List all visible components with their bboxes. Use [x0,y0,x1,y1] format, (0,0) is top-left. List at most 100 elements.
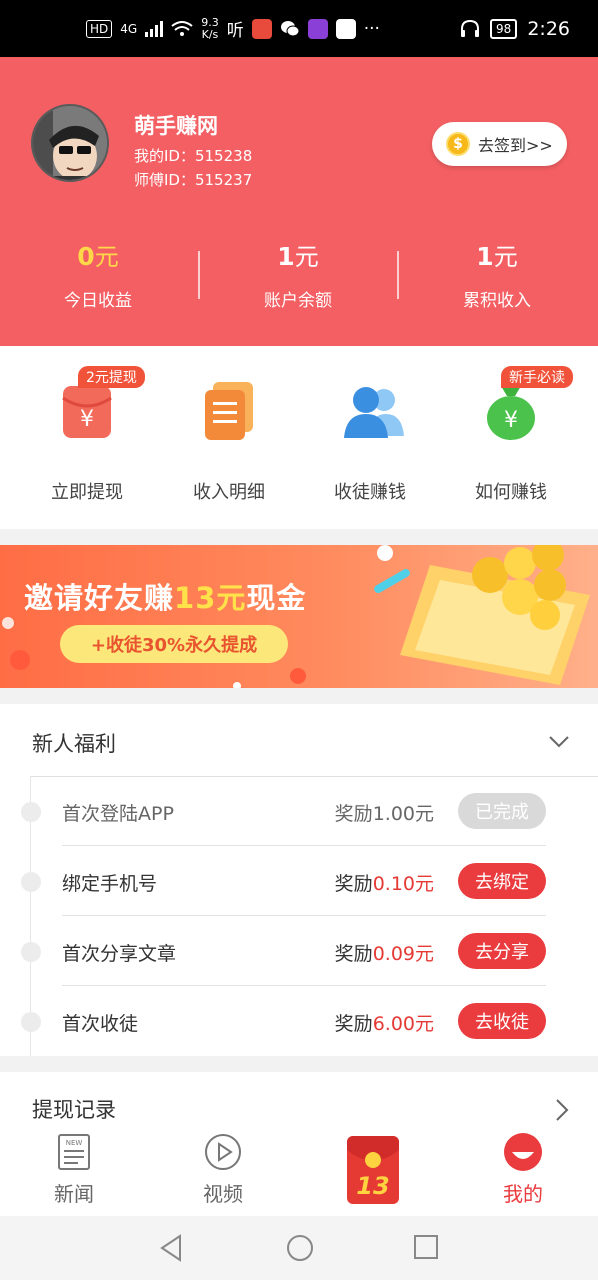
tab-news-label: 新闻 [54,1182,94,1206]
svg-text:NEW: NEW [66,1139,83,1147]
more-icon: ··· [363,18,380,39]
shortcut-how-label: 如何赚钱 [475,482,547,503]
bottom-tab-bar: NEW 新闻 视频 13 我的 [0,1124,598,1216]
stat-balance-label: 账户余额 [264,291,332,311]
recruit-button[interactable]: 去收徒 [458,1003,546,1039]
chevron-right-icon [556,1099,569,1121]
user-name: 萌手赚网 [134,114,218,138]
task-completed-button[interactable]: 已完成 [458,793,546,829]
banner-commission-pill: +收徒30%永久提成 [60,625,288,663]
newspaper-icon: NEW [54,1132,94,1172]
task-reward: 奖励6.00元 [334,1013,434,1035]
document-list-icon [199,380,259,442]
back-icon[interactable] [158,1234,184,1262]
recent-apps-icon[interactable] [413,1234,439,1260]
chevron-down-icon[interactable] [548,730,570,752]
stat-total-unit: 元 [493,243,518,271]
avatar[interactable] [31,104,109,182]
shortcut-withdraw-label: 立即提现 [51,482,123,503]
stat-total-income[interactable]: 1元 累积收入 [407,237,587,311]
clock: 2:26 [527,17,570,40]
timeline-dot [21,802,41,822]
listen-app-icon: 听 [226,21,244,41]
invite-banner[interactable]: 邀请好友赚13元现金 +收徒30%永久提成 [0,545,598,688]
task-name: 首次收徒 [62,1013,139,1035]
withdraw-record-row[interactable]: 提现记录 [0,1072,598,1132]
stat-today-unit: 元 [94,243,119,271]
red-envelope-icon: ¥ [57,380,117,442]
newbie-welfare-panel: 新人福利 首次登陆APP 奖励1.00元 已完成 绑定手机号 奖励0.10元 去… [0,704,598,1056]
shortcut-income-label: 收入明细 [193,482,265,503]
headphones-icon [461,19,480,37]
task-name: 绑定手机号 [62,873,158,895]
red-app-icon [251,18,272,39]
task-row: 首次登陆APP 奖励1.00元 已完成 [0,776,598,846]
share-button[interactable]: 去分享 [458,933,546,969]
tab-news[interactable]: NEW 新闻 [24,1132,124,1207]
play-icon [203,1132,243,1172]
stat-balance[interactable]: 1元 账户余额 [208,237,388,311]
task-name: 首次分享文章 [62,943,177,965]
task-reward: 奖励0.09元 [334,943,434,965]
stat-balance-value: 1 [277,242,295,271]
stat-today-earnings[interactable]: 0元 今日收益 [8,237,188,311]
battery-icon: 98 [490,18,518,39]
red-packet-number: 13 [356,1172,390,1200]
withdraw-badge: 2元提现 [78,366,145,388]
newbie-badge: 新手必读 [501,366,573,388]
wechat-icon [280,20,300,36]
system-nav-bar [0,1216,598,1280]
stat-today-value: 0 [77,242,95,271]
profile-face-icon [503,1132,543,1172]
shortcut-grid: ¥ 立即提现 2元提现 收入明细 收徒赚钱 ¥ 如何赚钱 新手必读 [0,346,598,529]
svg-text:¥: ¥ [80,407,94,432]
tab-mine-label: 我的 [503,1182,543,1206]
task-name: 首次登陆APP [62,803,174,825]
shortcut-withdraw[interactable]: ¥ 立即提现 [27,380,147,504]
task-reward: 奖励0.10元 [334,873,434,895]
user-id: 我的ID：515238 [134,147,253,165]
stat-today-label: 今日收益 [64,291,132,311]
home-icon[interactable] [286,1234,314,1262]
withdraw-record-title: 提现记录 [32,1098,116,1122]
shortcut-how-to-earn[interactable]: ¥ 如何赚钱 [451,380,571,504]
shortcut-recruit-label: 收徒赚钱 [334,482,406,503]
stat-divider [397,251,399,299]
task-reward: 奖励1.00元 [334,803,434,825]
shortcut-recruit[interactable]: 收徒赚钱 [310,380,430,504]
wifi-icon [171,20,193,36]
signin-button[interactable]: $ 去签到>> [432,122,567,166]
task-row: 首次收徒 奖励6.00元 去收徒 [0,986,598,1056]
banner-title: 邀请好友赚13元现金 [24,581,307,615]
task-row: 绑定手机号 奖励0.10元 去绑定 [0,846,598,916]
stat-total-value: 1 [476,242,494,271]
timeline-dot [21,872,41,892]
bind-phone-button[interactable]: 去绑定 [458,863,546,899]
signin-label: 去签到>> [478,136,553,155]
m-app-icon [307,18,328,39]
welfare-title: 新人福利 [32,732,116,756]
svg-text:¥: ¥ [504,408,518,433]
tab-video[interactable]: 视频 [173,1132,273,1207]
timeline-dot [21,942,41,962]
users-icon [340,380,404,442]
profile-header: 萌手赚网 我的ID：515238 师傅ID：515237 $ 去签到>> 0元 … [0,57,598,346]
shortcut-income-detail[interactable]: 收入明细 [169,380,289,504]
tab-mine[interactable]: 我的 [473,1132,573,1207]
colorful-app-icon [335,18,356,39]
tab-video-label: 视频 [203,1182,243,1206]
master-id: 师傅ID：515237 [134,171,253,189]
timeline-dot [21,1012,41,1032]
hd-icon: HD [86,19,113,38]
coin-icon: $ [446,132,470,156]
red-packet-seal [365,1152,381,1168]
stat-divider [198,251,200,299]
red-packet-button[interactable]: 13 [347,1136,399,1204]
money-bag-icon: ¥ [481,380,541,442]
signal-icon [145,20,164,37]
status-bar: HD 4G 9.3 K/s 听 ··· 98 2:26 [0,0,598,57]
task-row: 首次分享文章 奖励0.09元 去分享 [0,916,598,986]
network-label: 4G [120,21,138,36]
stat-total-label: 累积收入 [463,291,531,311]
stat-balance-unit: 元 [294,243,319,271]
